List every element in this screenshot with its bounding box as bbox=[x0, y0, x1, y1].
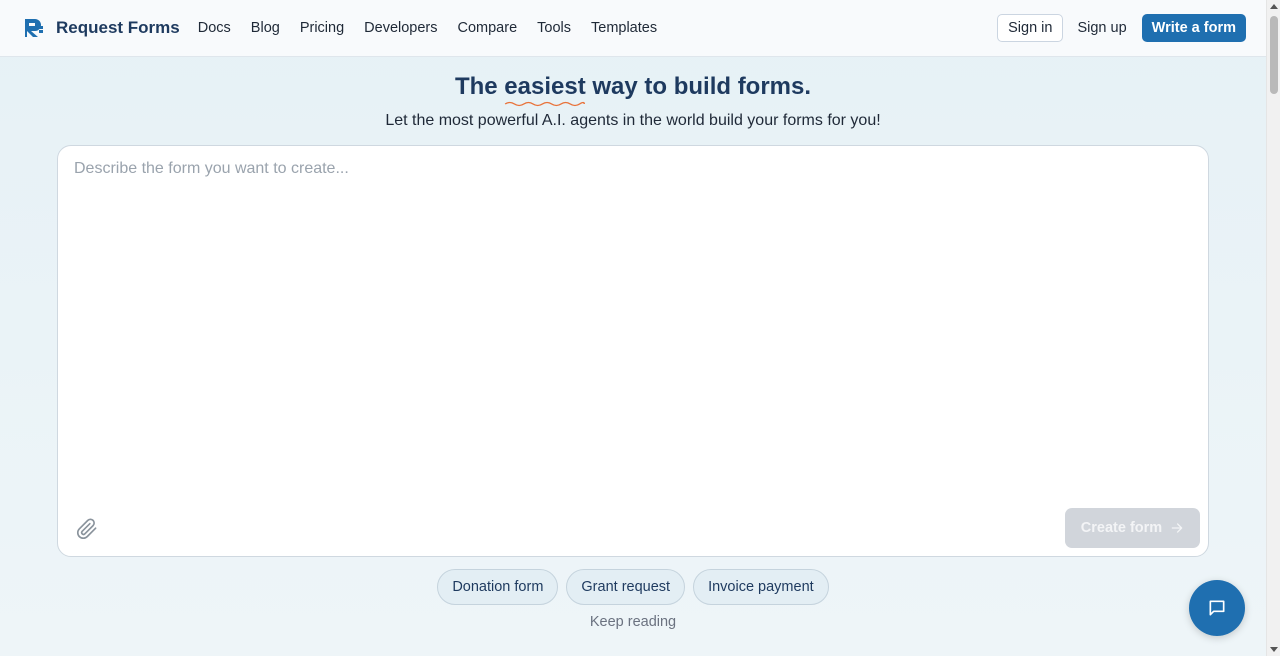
arrow-right-icon bbox=[1171, 523, 1183, 533]
form-prompt-composer: Create form bbox=[57, 145, 1209, 557]
main-nav: Docs Blog Pricing Developers Compare Too… bbox=[198, 20, 677, 36]
nav-link-blog[interactable]: Blog bbox=[251, 20, 280, 36]
hero-title-end: way to build forms. bbox=[585, 73, 812, 100]
auth-actions: Sign in Sign up Write a form bbox=[997, 14, 1246, 42]
scroll-down-arrow-icon[interactable] bbox=[1270, 647, 1278, 652]
top-navigation-bar: Request Forms Docs Blog Pricing Develope… bbox=[0, 0, 1266, 57]
keep-reading-link[interactable]: Keep reading bbox=[0, 614, 1266, 630]
nav-link-templates[interactable]: Templates bbox=[591, 20, 657, 36]
paperclip-icon[interactable] bbox=[76, 518, 98, 540]
hero-title: The easiest way to build forms. bbox=[0, 73, 1266, 107]
nav-link-pricing[interactable]: Pricing bbox=[300, 20, 344, 36]
hero-title-emphasis-text: easiest bbox=[504, 73, 586, 100]
sign-up-link[interactable]: Sign up bbox=[1077, 20, 1126, 36]
form-description-input[interactable] bbox=[74, 160, 1192, 500]
suggestion-chip-invoice-payment[interactable]: Invoice payment bbox=[693, 569, 829, 605]
suggestion-chip-donation-form[interactable]: Donation form bbox=[437, 569, 559, 605]
sign-in-button[interactable]: Sign in bbox=[997, 14, 1064, 42]
create-form-label: Create form bbox=[1080, 520, 1163, 536]
scroll-up-arrow-icon[interactable] bbox=[1270, 4, 1278, 9]
request-forms-logo-icon bbox=[25, 19, 43, 37]
nav-link-compare[interactable]: Compare bbox=[458, 20, 518, 36]
nav-link-developers[interactable]: Developers bbox=[364, 20, 437, 36]
chat-widget-button[interactable] bbox=[1189, 580, 1245, 636]
brand[interactable]: Request Forms bbox=[23, 17, 180, 39]
suggestion-chips: Donation form Grant request Invoice paym… bbox=[0, 569, 1266, 605]
suggestion-chip-grant-request[interactable]: Grant request bbox=[566, 569, 686, 605]
nav-link-docs[interactable]: Docs bbox=[198, 20, 231, 36]
hero-title-emphasis: easiest bbox=[504, 73, 586, 107]
chat-bubble-icon bbox=[1209, 600, 1225, 616]
hero-title-start: The bbox=[454, 73, 505, 100]
nav-link-tools[interactable]: Tools bbox=[537, 20, 571, 36]
scrollbar-thumb[interactable] bbox=[1270, 16, 1278, 94]
brand-name: Request Forms bbox=[56, 18, 180, 37]
squiggle-underline-icon bbox=[504, 101, 586, 107]
create-form-button[interactable]: Create form bbox=[1065, 508, 1200, 548]
hero-subtitle: Let the most powerful A.I. agents in the… bbox=[385, 112, 881, 129]
write-a-form-button[interactable]: Write a form bbox=[1141, 14, 1246, 42]
page-scrollbar[interactable] bbox=[1266, 0, 1280, 656]
